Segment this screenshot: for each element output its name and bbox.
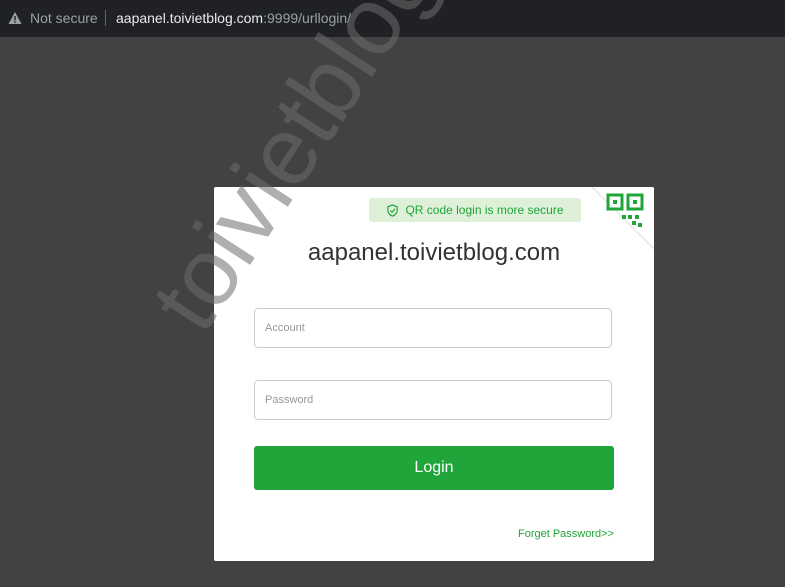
url-text[interactable]: aapanel.toivietblog.com:9999/urllogin/ bbox=[116, 10, 351, 26]
login-button[interactable]: Login bbox=[254, 446, 614, 490]
site-title: aapanel.toivietblog.com bbox=[307, 239, 561, 266]
url-divider bbox=[105, 10, 106, 26]
url-path: :9999/urllogin/ bbox=[263, 10, 352, 26]
qr-tip-text: QR code login is more secure bbox=[405, 203, 564, 217]
forget-password-link[interactable]: Forget Password>> bbox=[518, 528, 614, 540]
qr-login-tip[interactable]: QR code login is more secure bbox=[369, 198, 581, 222]
account-input[interactable] bbox=[254, 308, 612, 348]
browser-address-bar[interactable]: Not secure aapanel.toivietblog.com:9999/… bbox=[0, 0, 785, 37]
warning-triangle-icon[interactable] bbox=[8, 11, 22, 25]
login-card: QR code login is more secure aapanel.toi… bbox=[214, 187, 654, 561]
url-host: aapanel.toivietblog.com bbox=[116, 10, 264, 26]
shield-check-icon bbox=[387, 203, 399, 217]
password-input[interactable] bbox=[254, 380, 612, 420]
security-status-label[interactable]: Not secure bbox=[30, 10, 98, 26]
